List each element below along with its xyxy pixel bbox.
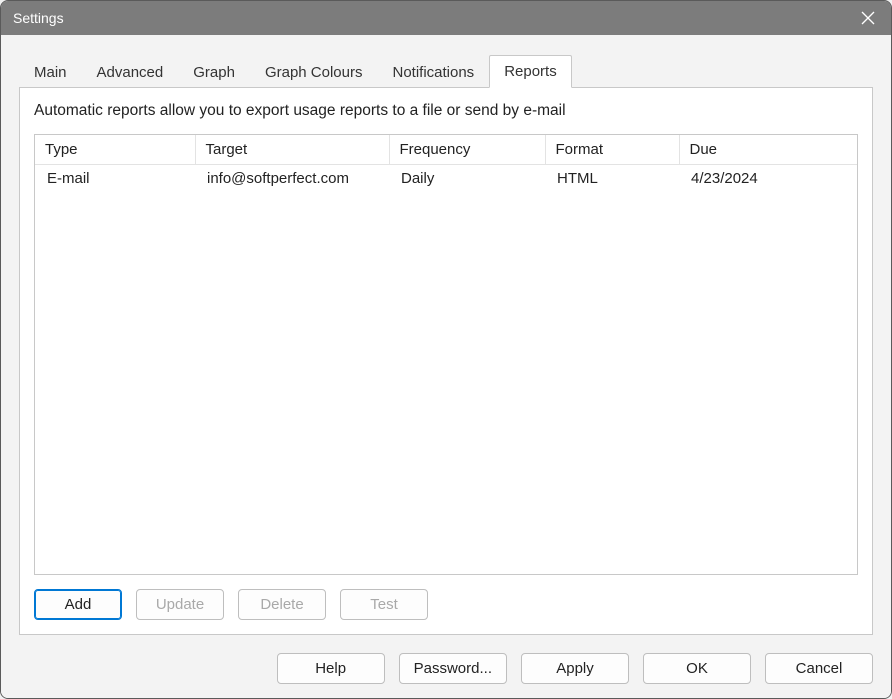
tab-graph-colours[interactable]: Graph Colours <box>250 56 378 88</box>
close-button[interactable] <box>845 1 891 35</box>
panel-description: Automatic reports allow you to export us… <box>34 102 858 120</box>
tab-advanced[interactable]: Advanced <box>82 56 179 88</box>
column-header-type[interactable]: Type <box>35 135 195 165</box>
table-header-row: Type Target Frequency Format Due <box>35 135 857 165</box>
tab-notifications[interactable]: Notifications <box>377 56 489 88</box>
update-button[interactable]: Update <box>136 589 224 620</box>
window-title: Settings <box>13 10 64 26</box>
footer-buttons: Help Password... Apply OK Cancel <box>19 653 873 684</box>
close-icon <box>861 11 875 25</box>
column-header-format[interactable]: Format <box>545 135 679 165</box>
column-header-frequency[interactable]: Frequency <box>389 135 545 165</box>
column-header-due[interactable]: Due <box>679 135 857 165</box>
help-button[interactable]: Help <box>277 653 385 684</box>
cell-type: E-mail <box>35 165 195 193</box>
cell-format: HTML <box>545 165 679 193</box>
column-header-target[interactable]: Target <box>195 135 389 165</box>
client-area: Main Advanced Graph Graph Colours Notifi… <box>1 35 891 698</box>
apply-button[interactable]: Apply <box>521 653 629 684</box>
delete-button[interactable]: Delete <box>238 589 326 620</box>
reports-table: Type Target Frequency Format Due E-mail … <box>35 135 857 192</box>
tab-main[interactable]: Main <box>19 56 82 88</box>
tab-bar: Main Advanced Graph Graph Colours Notifi… <box>19 53 873 87</box>
table-row[interactable]: E-mail info@softperfect.com Daily HTML 4… <box>35 165 857 193</box>
settings-window: Settings Main Advanced Graph Graph Colou… <box>0 0 892 699</box>
reports-panel: Automatic reports allow you to export us… <box>19 87 873 635</box>
add-button[interactable]: Add <box>34 589 122 620</box>
row-action-buttons: Add Update Delete Test <box>34 589 858 620</box>
cell-frequency: Daily <box>389 165 545 193</box>
test-button[interactable]: Test <box>340 589 428 620</box>
ok-button[interactable]: OK <box>643 653 751 684</box>
cell-due: 4/23/2024 <box>679 165 857 193</box>
reports-table-container: Type Target Frequency Format Due E-mail … <box>34 134 858 575</box>
cancel-button[interactable]: Cancel <box>765 653 873 684</box>
password-button[interactable]: Password... <box>399 653 507 684</box>
tab-reports[interactable]: Reports <box>489 55 572 88</box>
tab-graph[interactable]: Graph <box>178 56 250 88</box>
cell-target: info@softperfect.com <box>195 165 389 193</box>
titlebar: Settings <box>1 1 891 35</box>
